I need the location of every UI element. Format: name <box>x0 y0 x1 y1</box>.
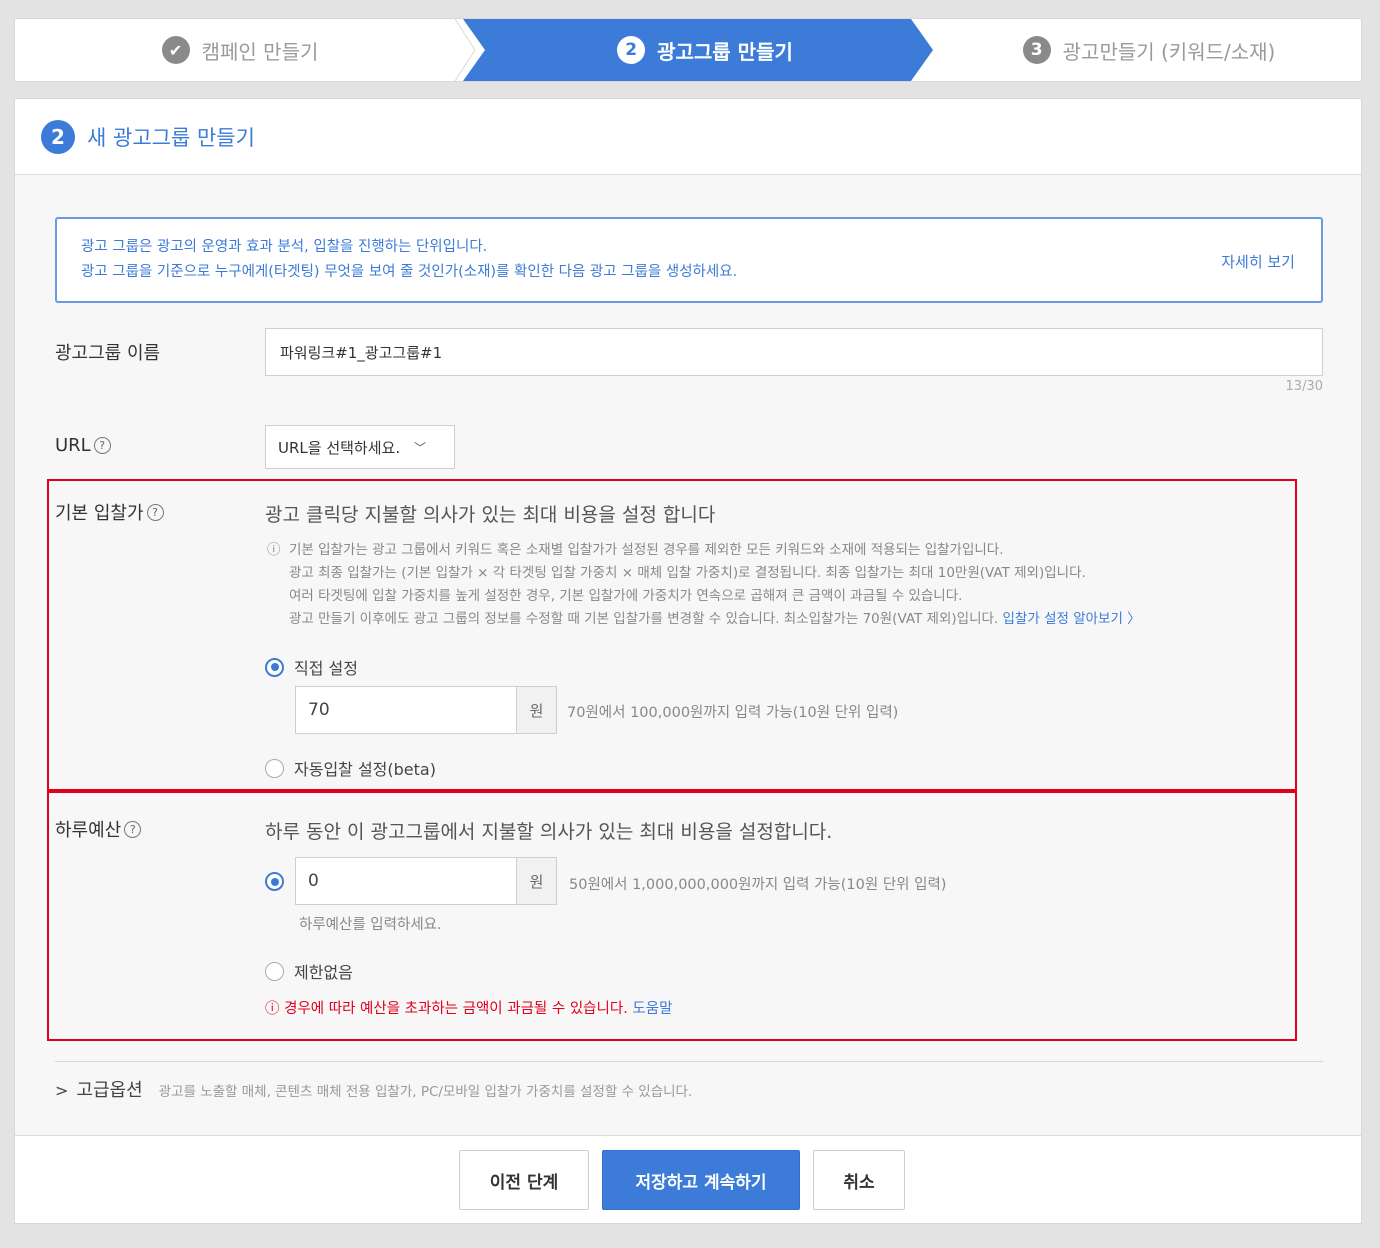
learn-more-link[interactable]: 자세히 보기 <box>1221 251 1295 272</box>
help-icon[interactable]: ? <box>93 437 111 454</box>
daily-budget-input[interactable]: 0 <box>295 857 517 905</box>
daily-budget-sub-hint: 하루예산를 입력하세요. <box>299 917 442 933</box>
base-bid-label: 기본 입찰가 ? <box>55 499 164 525</box>
radio-no-limit-label: 제한없음 <box>294 963 353 982</box>
step-adgroup[interactable]: 2 광고그룹 만들기 <box>485 19 925 81</box>
radio-checked-icon <box>265 872 284 891</box>
url-label-text: URL <box>55 435 91 456</box>
adgroup-name-input[interactable]: 파워링크#1_광고그룹#1 <box>265 328 1323 376</box>
bid-guide-link[interactable]: 입찰가 설정 알아보기 〉 <box>1003 611 1141 627</box>
form-footer: 이전 단계 저장하고 계속하기 취소 <box>15 1135 1361 1223</box>
advanced-options-title: 고급옵션 <box>76 1080 143 1101</box>
radio-manual-bid[interactable]: 직접 설정 <box>265 655 358 679</box>
daily-budget-label-text: 하루예산 <box>55 820 122 841</box>
radio-no-limit[interactable]: 제한없음 <box>265 959 353 983</box>
step-ad[interactable]: 3 광고만들기 (키워드/소재) <box>935 19 1363 81</box>
budget-warning: ⓘ 경우에 따라 예산을 초과하는 금액이 과금될 수 있습니다. 도움말 <box>265 997 672 1018</box>
page-title: 새 광고그룹 만들기 <box>87 125 255 150</box>
step-number-badge: 2 <box>41 119 75 154</box>
daily-budget-field: 0 원 <box>295 857 557 905</box>
advanced-options-toggle[interactable]: > 고급옵션 광고를 노출할 매체, 콘텐츠 매체 전용 입찰가, PC/모바일… <box>55 1076 692 1102</box>
info-text-line: 광고 그룹을 기준으로 누구에게(타겟팅) 무엇을 보여 줄 것인가(소재)를 … <box>81 264 738 280</box>
adgroup-form-panel: 2 새 광고그룹 만들기 광고 그룹은 광고의 운영과 효과 분석, 입찰을 진… <box>14 98 1362 1224</box>
base-bid-hint: 70원에서 100,000원까지 입력 가능(10원 단위 입력) <box>567 705 899 721</box>
url-select-value: URL을 선택하세요. <box>278 438 401 457</box>
daily-budget-description: 하루 동안 이 광고그룹에서 지불할 의사가 있는 최대 비용을 설정합니다. <box>265 821 833 843</box>
step-adgroup-label: 광고그룹 만들기 <box>657 39 793 64</box>
step-progress-bar: ✔ 캠페인 만들기 2 광고그룹 만들기 3 광고만들기 (키워드/소재) <box>14 18 1362 82</box>
info-box: 광고 그룹은 광고의 운영과 효과 분석, 입찰을 진행하는 단위입니다. 광고… <box>55 217 1323 303</box>
chevron-down-icon: ﹀ <box>414 440 427 455</box>
base-bid-input[interactable]: 70 <box>295 686 517 734</box>
base-bid-notes: ⓘ 기본 입찰가는 광고 그룹에서 키워드 혹은 소재별 입찰가가 설정된 경우를… <box>267 539 1141 631</box>
advanced-options-description: 광고를 노출할 매체, 콘텐츠 매체 전용 입찰가, PC/모바일 입찰가 가중… <box>158 1084 693 1100</box>
panel-header: 2 새 광고그룹 만들기 <box>15 99 1361 175</box>
info-icon: ⓘ <box>267 542 281 558</box>
char-counter: 13/30 <box>1285 379 1323 394</box>
base-bid-field: 70 원 <box>295 686 557 734</box>
info-text-line: 광고 그룹은 광고의 운영과 효과 분석, 입찰을 진행하는 단위입니다. <box>81 239 488 255</box>
currency-unit: 원 <box>517 857 557 905</box>
step-ad-label: 광고만들기 (키워드/소재) <box>1062 39 1276 64</box>
step-number-badge: 3 <box>1022 36 1051 64</box>
radio-auto-bid[interactable]: 자동입찰 설정(beta) <box>265 756 436 780</box>
radio-unchecked-icon <box>265 758 284 778</box>
currency-unit: 원 <box>517 686 557 734</box>
radio-budget-limit[interactable] <box>265 872 294 891</box>
radio-checked-icon <box>265 657 284 677</box>
check-icon: ✔ <box>161 36 190 64</box>
divider <box>55 1061 1323 1062</box>
step-campaign[interactable]: ✔ 캠페인 만들기 <box>15 19 465 81</box>
daily-budget-hint: 50원에서 1,000,000,000원까지 입력 가능(10원 단위 입력) <box>569 877 947 893</box>
radio-auto-bid-label: 자동입찰 설정(beta) <box>294 760 436 779</box>
help-icon[interactable]: ? <box>146 503 164 521</box>
warning-icon: ⓘ <box>265 1001 280 1017</box>
cancel-button[interactable]: 취소 <box>813 1150 905 1210</box>
daily-budget-label: 하루예산 ? <box>55 816 142 842</box>
help-icon[interactable]: ? <box>124 820 142 838</box>
budget-warning-text: 경우에 따라 예산을 초과하는 금액이 과금될 수 있습니다. <box>284 1001 628 1017</box>
help-link[interactable]: 도움말 <box>632 1001 672 1017</box>
base-bid-description: 광고 클릭당 지불할 의사가 있는 최대 비용을 설정 합니다 <box>265 504 716 526</box>
chevron-right-icon: > <box>55 1081 69 1100</box>
url-label: URL ? <box>55 435 111 456</box>
note-line: 여러 타겟팅에 입찰 가중치를 높게 설정한 경우, 기본 입찰가에 가중치가 … <box>289 588 963 604</box>
note-line: 광고 만들기 이후에도 광고 그룹의 정보를 수정할 때 기본 입찰가를 변경할… <box>289 611 999 627</box>
save-continue-button[interactable]: 저장하고 계속하기 <box>602 1150 800 1210</box>
base-bid-label-text: 기본 입찰가 <box>55 503 144 524</box>
prev-step-button[interactable]: 이전 단계 <box>459 1150 589 1210</box>
step-number-badge: 2 <box>617 36 646 64</box>
radio-manual-bid-label: 직접 설정 <box>294 659 358 678</box>
note-line: 기본 입찰가는 광고 그룹에서 키워드 혹은 소재별 입찰가가 설정된 경우를 … <box>289 542 1004 558</box>
radio-unchecked-icon <box>265 961 284 981</box>
note-line: 광고 최종 입찰가는 (기본 입찰가 × 각 타겟팅 입찰 가중치 × 매체 입… <box>289 565 1086 581</box>
adgroup-name-label: 광고그룹 이름 <box>55 343 161 364</box>
step-campaign-label: 캠페인 만들기 <box>201 39 319 64</box>
url-select[interactable]: URL을 선택하세요. ﹀ <box>265 425 455 469</box>
